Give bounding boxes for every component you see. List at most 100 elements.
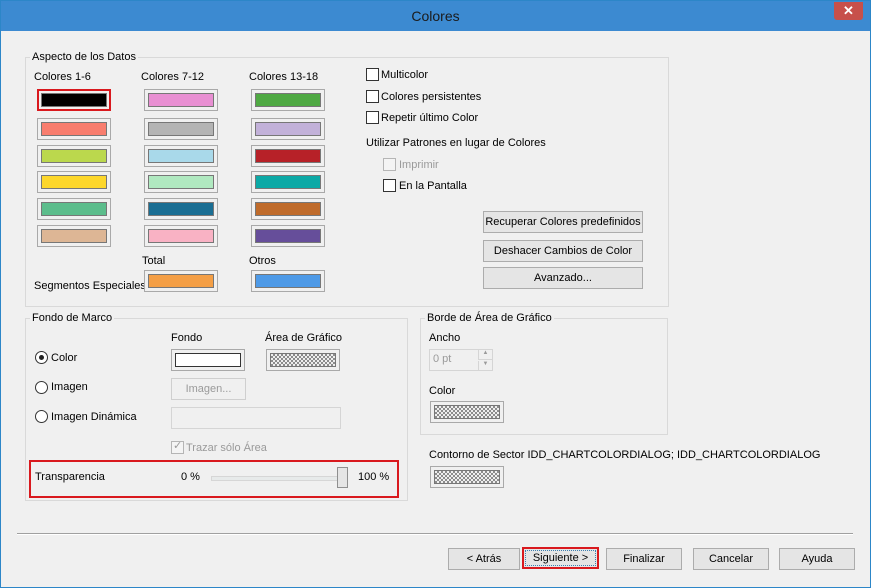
group-label: Borde de Área de Gráfico <box>425 312 554 324</box>
group-label: Aspecto de los Datos <box>30 51 138 63</box>
dialog-client: Aspecto de los Datos Colores 1-6 Colores… <box>8 31 862 579</box>
window-title: Colores <box>411 8 460 24</box>
multicolor-label: Multicolor <box>381 69 429 81</box>
restore-default-colors-button[interactable]: Recuperar Colores predefinidos <box>483 211 643 233</box>
color-swatch[interactable] <box>37 89 111 111</box>
transparency-slider-thumb[interactable] <box>337 467 348 488</box>
swatch-fill <box>148 122 214 136</box>
pattern-fill <box>434 405 500 419</box>
swatch-fill <box>255 149 321 163</box>
next-button-label: Siguiente > <box>525 550 596 566</box>
special-segments-label: Segmentos Especiales <box>34 280 146 292</box>
swatch-fill <box>255 122 321 136</box>
spin-up-icon[interactable]: ▲ <box>478 350 492 360</box>
border-color-swatch[interactable] <box>430 401 504 423</box>
swatch-fill <box>148 202 214 216</box>
pattern-fill <box>434 470 500 484</box>
transparency-min-label: 0 % <box>181 471 200 483</box>
transparency-slider-track[interactable] <box>211 476 348 481</box>
trace-area-only-label: Trazar sólo Área <box>186 442 267 454</box>
swatch-fill <box>148 274 214 288</box>
color-swatch[interactable] <box>144 225 218 247</box>
title-bar: Colores ✕ <box>1 1 870 31</box>
undo-color-changes-button[interactable]: Deshacer Cambios de Color <box>483 240 643 262</box>
close-icon: ✕ <box>843 3 854 18</box>
pattern-fill <box>270 353 336 367</box>
swatch-fill <box>255 175 321 189</box>
color-swatch[interactable] <box>144 198 218 220</box>
swatch-fill <box>41 149 107 163</box>
color-swatch[interactable] <box>251 198 325 220</box>
transparency-max-label: 100 % <box>358 471 390 483</box>
dynamic-image-field[interactable] <box>171 407 341 429</box>
color-swatch[interactable] <box>37 198 111 220</box>
sector-contour-swatch[interactable] <box>430 466 504 488</box>
print-checkbox[interactable] <box>383 158 396 171</box>
background-color-swatch[interactable] <box>171 349 245 371</box>
total-color-swatch[interactable] <box>144 270 218 292</box>
otros-label: Otros <box>249 255 276 267</box>
color-swatch[interactable] <box>144 118 218 140</box>
width-spinner[interactable]: 0 pt ▲ ▼ <box>429 349 493 371</box>
print-label: Imprimir <box>399 159 439 171</box>
swatch-fill <box>255 229 321 243</box>
finish-button[interactable]: Finalizar <box>606 548 682 570</box>
color-swatch[interactable] <box>144 89 218 111</box>
persistent-colors-label: Colores persistentes <box>381 91 482 103</box>
swatch-fill <box>148 149 214 163</box>
color-swatch[interactable] <box>37 171 111 193</box>
advanced-button[interactable]: Avanzado... <box>483 267 643 289</box>
color-swatch[interactable] <box>251 145 325 167</box>
color-swatch[interactable] <box>144 145 218 167</box>
color-swatch[interactable] <box>251 118 325 140</box>
on-screen-checkbox[interactable] <box>383 179 396 192</box>
swatch-fill <box>255 93 321 107</box>
swatch-fill <box>255 274 321 288</box>
image-radio-label: Imagen <box>51 381 88 393</box>
multicolor-checkbox[interactable] <box>366 68 379 81</box>
swatch-fill <box>41 202 107 216</box>
repeat-last-color-checkbox[interactable] <box>366 111 379 124</box>
width-value: 0 pt <box>433 353 452 365</box>
color-swatch[interactable] <box>37 145 111 167</box>
color-swatch[interactable] <box>37 225 111 247</box>
color-swatch[interactable] <box>251 89 325 111</box>
dynamic-image-radio[interactable] <box>35 410 48 423</box>
color-swatch[interactable] <box>37 118 111 140</box>
trace-area-only-checkbox[interactable]: ✓ <box>171 440 184 454</box>
swatch-fill <box>175 353 241 367</box>
chart-area-pattern-swatch[interactable] <box>266 349 340 371</box>
radio-dot <box>39 355 44 360</box>
colors-1-6-label: Colores 1-6 <box>34 71 91 83</box>
width-label: Ancho <box>429 332 461 344</box>
patterns-label: Utilizar Patrones en lugar de Colores <box>366 137 546 149</box>
spin-down-icon[interactable]: ▼ <box>478 361 492 370</box>
checkmark-icon: ✓ <box>173 440 183 452</box>
colors-13-18-label: Colores 13-18 <box>249 71 319 83</box>
fondo-label: Fondo <box>171 332 203 344</box>
next-button[interactable]: Siguiente > <box>522 547 599 569</box>
color-radio[interactable] <box>35 351 48 364</box>
colores-dialog: Colores ✕ Aspecto de los Datos Colores 1… <box>0 0 871 588</box>
repeat-last-color-label: Repetir último Color <box>381 112 479 124</box>
otros-color-swatch[interactable] <box>251 270 325 292</box>
close-button[interactable]: ✕ <box>834 2 863 20</box>
swatch-fill <box>41 229 107 243</box>
back-button[interactable]: < Atrás <box>448 548 520 570</box>
persistent-colors-checkbox[interactable] <box>366 90 379 103</box>
dynamic-image-label: Imagen Dinámica <box>51 411 137 423</box>
image-radio[interactable] <box>35 381 48 394</box>
color-swatch[interactable] <box>144 171 218 193</box>
color-radio-label: Color <box>51 352 78 364</box>
color-swatch[interactable] <box>251 225 325 247</box>
color-swatch[interactable] <box>251 171 325 193</box>
footer-separator <box>17 533 853 535</box>
swatch-fill <box>41 175 107 189</box>
transparency-label: Transparencia <box>35 471 105 483</box>
cancel-button[interactable]: Cancelar <box>693 548 769 570</box>
swatch-fill <box>148 229 214 243</box>
image-browse-button[interactable]: Imagen... <box>171 378 246 400</box>
swatch-fill <box>148 175 214 189</box>
help-button[interactable]: Ayuda <box>779 548 855 570</box>
sector-contour-label: Contorno de Sector IDD_CHARTCOLORDIALOG;… <box>429 449 821 461</box>
